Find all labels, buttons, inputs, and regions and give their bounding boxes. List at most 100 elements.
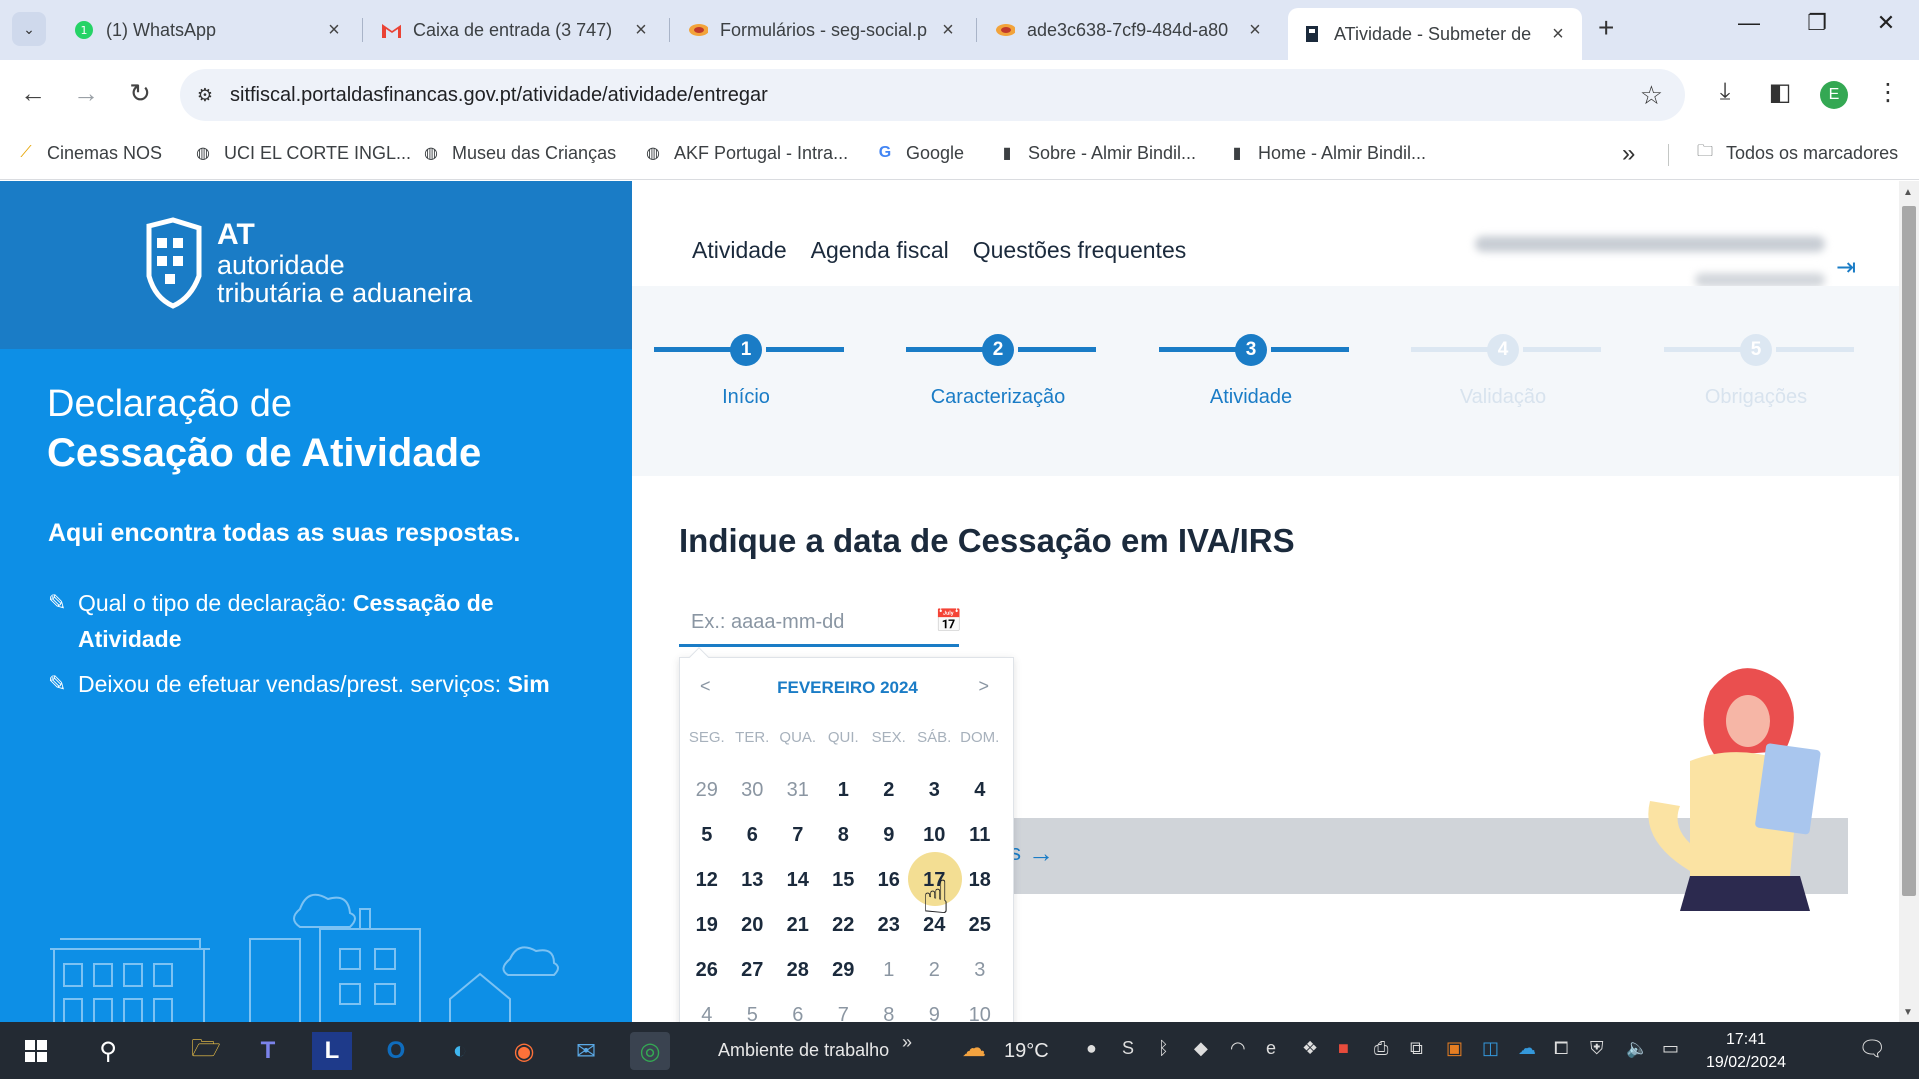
- calendar-day[interactable]: 18: [957, 858, 1003, 903]
- scrollbar-thumb[interactable]: [1902, 206, 1916, 896]
- calendar-day[interactable]: 10: [957, 993, 1003, 1022]
- calendar-icon[interactable]: 📅: [935, 608, 962, 634]
- calendar-day[interactable]: 4: [684, 993, 730, 1022]
- tab-gmail[interactable]: Caixa de entrada (3 747) ×: [367, 8, 665, 52]
- bluetooth-icon[interactable]: ᛒ: [1158, 1038, 1169, 1059]
- volume-icon[interactable]: 🔈: [1626, 1038, 1648, 1059]
- calendar-day-today[interactable]: 19: [684, 903, 730, 948]
- calendar-day[interactable]: 5: [730, 993, 776, 1022]
- all-bookmarks[interactable]: 🗀 Todos os marcadores: [1694, 142, 1898, 164]
- windows-start-icon[interactable]: [16, 1032, 56, 1070]
- skype-icon[interactable]: S: [1122, 1038, 1134, 1059]
- profile-avatar[interactable]: E: [1820, 81, 1848, 109]
- calendar-day[interactable]: 7: [821, 993, 867, 1022]
- calendar-day[interactable]: 4: [957, 768, 1003, 813]
- nav-atividade[interactable]: Atividade: [692, 237, 787, 264]
- calendar-day[interactable]: 6: [775, 993, 821, 1022]
- logout-icon[interactable]: ⇥: [1836, 253, 1856, 282]
- calendar-day[interactable]: 28: [775, 948, 821, 993]
- next-month-button[interactable]: >: [978, 676, 989, 697]
- bookmarks-overflow-icon[interactable]: »: [1622, 140, 1635, 168]
- temperature[interactable]: 19°C: [1004, 1040, 1049, 1063]
- bookmark-sobre[interactable]: ▮ Sobre - Almir Bindil...: [996, 142, 1196, 164]
- calendar-day[interactable]: 7: [775, 813, 821, 858]
- calendar-day[interactable]: 20: [730, 903, 776, 948]
- site-info-icon[interactable]: ⚙: [180, 85, 230, 106]
- file-explorer-icon[interactable]: 🗁: [186, 1032, 226, 1070]
- new-tab-icon[interactable]: +: [1598, 12, 1614, 44]
- download-icon[interactable]: ⤓: [1707, 78, 1743, 106]
- wifi-icon[interactable]: ◠: [1230, 1038, 1246, 1059]
- tray-icon[interactable]: ▣: [1446, 1038, 1463, 1059]
- bookmark-museu[interactable]: ◍ Museu das Crianças: [420, 142, 616, 164]
- tray-icon[interactable]: ■: [1338, 1038, 1349, 1059]
- calendar-day[interactable]: 16: [866, 858, 912, 903]
- tray-icon[interactable]: ◆: [1194, 1038, 1208, 1059]
- calendar-day[interactable]: 27: [730, 948, 776, 993]
- calendar-day[interactable]: 8: [866, 993, 912, 1022]
- calendar-day[interactable]: 25: [957, 903, 1003, 948]
- battery-icon[interactable]: ▭: [1662, 1038, 1679, 1059]
- step-caracterizacao[interactable]: 2 Caracterização: [898, 306, 1128, 446]
- bookmark-cinemas-nos[interactable]: ⟋ Cinemas NOS: [15, 142, 162, 164]
- bookmark-star-icon[interactable]: ☆: [1640, 80, 1663, 111]
- close-icon[interactable]: ×: [1548, 23, 1568, 46]
- bookmark-google[interactable]: G Google: [874, 142, 964, 164]
- dropbox-icon[interactable]: ❖: [1302, 1038, 1318, 1059]
- calendar-day[interactable]: 13: [730, 858, 776, 903]
- cessation-date-input[interactable]: [679, 601, 959, 647]
- workspace-label[interactable]: Ambiente de trabalho: [718, 1040, 889, 1061]
- tray-icon[interactable]: ⧉: [1410, 1038, 1423, 1059]
- calendar-day[interactable]: 8: [821, 813, 867, 858]
- tray-icon[interactable]: ●: [1086, 1038, 1097, 1059]
- scroll-down-icon[interactable]: ▼: [1903, 1007, 1913, 1018]
- window-close-icon[interactable]: ✕: [1866, 10, 1906, 36]
- menu-kebab-icon[interactable]: ⋮: [1870, 78, 1906, 107]
- reload-icon[interactable]: ↻: [122, 78, 158, 109]
- page-scrollbar[interactable]: ▲ ▼: [1899, 181, 1919, 1022]
- calendar-day[interactable]: 1: [821, 768, 867, 813]
- step-atividade[interactable]: 3 Atividade: [1151, 306, 1381, 446]
- close-icon[interactable]: ×: [324, 19, 344, 42]
- calendar-day[interactable]: 11: [957, 813, 1003, 858]
- calendar-day[interactable]: 31: [775, 768, 821, 813]
- at-logo[interactable]: AT autoridade tributária e aduaneira: [143, 216, 472, 311]
- tray-icon[interactable]: ⧠: [1554, 1038, 1568, 1059]
- calendar-day[interactable]: 12: [684, 858, 730, 903]
- calendar-day[interactable]: 29: [821, 948, 867, 993]
- chevron-up-icon[interactable]: »: [902, 1032, 912, 1053]
- month-label[interactable]: FEVEREIRO 2024: [680, 678, 1015, 698]
- tab-search-button[interactable]: ⌄: [12, 12, 46, 46]
- nav-questoes-frequentes[interactable]: Questões frequentes: [973, 237, 1187, 264]
- onedrive-icon[interactable]: ☁: [1518, 1038, 1536, 1059]
- calendar-day[interactable]: 6: [730, 813, 776, 858]
- mail-icon[interactable]: ✉: [566, 1032, 606, 1070]
- security-icon[interactable]: ⛨: [1590, 1038, 1604, 1059]
- outlook-tray-icon[interactable]: ◫: [1482, 1038, 1499, 1059]
- calendar-day[interactable]: 9: [866, 813, 912, 858]
- bookmark-akf[interactable]: ◍ AKF Portugal - Intra...: [642, 142, 848, 164]
- printer-icon[interactable]: ⎙: [1374, 1038, 1388, 1059]
- calendar-day[interactable]: 14: [775, 858, 821, 903]
- address-bar[interactable]: ⚙ sitfiscal.portaldasfinancas.gov.pt/ati…: [180, 69, 1685, 121]
- calendar-day[interactable]: 30: [730, 768, 776, 813]
- minimize-icon[interactable]: —: [1729, 10, 1769, 36]
- calendar-day[interactable]: 5: [684, 813, 730, 858]
- chrome-icon[interactable]: ◎: [630, 1032, 670, 1070]
- calendar-day[interactable]: 3: [912, 768, 958, 813]
- notifications-icon[interactable]: 🗨: [1858, 1036, 1886, 1062]
- calendar-day[interactable]: 2: [912, 948, 958, 993]
- bookmark-uci[interactable]: ◍ UCI EL CORTE INGL...: [192, 142, 411, 164]
- step-inicio[interactable]: 1 Início: [646, 306, 876, 446]
- tab-atividade[interactable]: ATividade - Submeter de ×: [1288, 8, 1582, 60]
- tab-formularios[interactable]: Formulários - seg-social.p ×: [674, 8, 972, 52]
- calendar-day[interactable]: 21: [775, 903, 821, 948]
- close-icon[interactable]: ×: [938, 19, 958, 42]
- calendar-day[interactable]: 23: [866, 903, 912, 948]
- firefox-icon[interactable]: ◉: [504, 1032, 544, 1070]
- launcher-l-icon[interactable]: L: [312, 1032, 352, 1070]
- close-icon[interactable]: ×: [1245, 19, 1265, 42]
- calendar-day[interactable]: 2: [866, 768, 912, 813]
- calendar-day[interactable]: 29: [684, 768, 730, 813]
- calendar-day[interactable]: 26: [684, 948, 730, 993]
